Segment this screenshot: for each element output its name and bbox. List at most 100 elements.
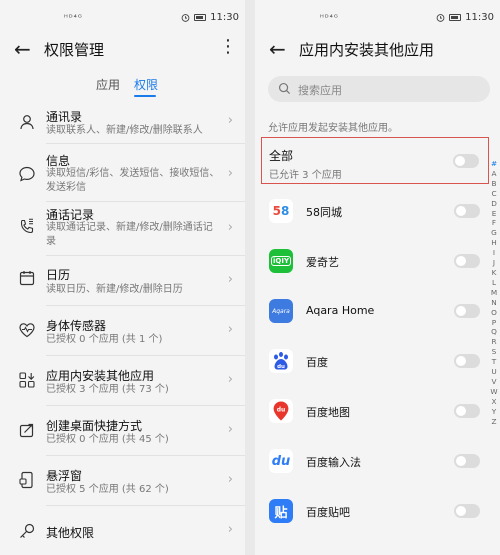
index-letter-p[interactable]: P bbox=[488, 318, 500, 328]
app-toggle[interactable] bbox=[454, 504, 480, 518]
install-apps-icon bbox=[19, 372, 35, 388]
more-options-icon[interactable]: ⋮ bbox=[219, 38, 237, 56]
permission-manager-screen: ᴴᴰ⁴ᴳ 11:30 ← 权限管理 ⋮ 应用 权限 通讯录 读取联系人、新建/修… bbox=[0, 0, 245, 555]
permission-title: 悬浮窗 bbox=[46, 469, 83, 483]
app-baidu-input-icon: du bbox=[269, 449, 293, 473]
app-toggle[interactable] bbox=[454, 354, 480, 368]
index-letter-w[interactable]: W bbox=[488, 387, 500, 397]
index-letter-l[interactable]: L bbox=[488, 278, 500, 288]
page-title: 应用内安装其他应用 bbox=[299, 41, 435, 59]
app-name: 爱奇艺 bbox=[306, 256, 339, 269]
permission-title: 其他权限 bbox=[46, 526, 95, 540]
tab-apps[interactable]: 应用 bbox=[96, 76, 120, 93]
key-icon bbox=[20, 523, 35, 538]
all-apps-subtitle: 已允许 3 个应用 bbox=[269, 170, 342, 181]
app-name: 百度输入法 bbox=[306, 456, 361, 469]
app-row-58tongcheng[interactable]: 58 58同城 bbox=[255, 187, 491, 237]
permission-subtitle: 已授权 0 个应用 (共 45 个) bbox=[46, 434, 169, 445]
permission-subtitle: 已授权 3 个应用 (共 73 个) bbox=[46, 384, 169, 395]
app-row-baidu-tieba[interactable]: 贴 百度贴吧 bbox=[255, 487, 491, 537]
permission-subtitle: 读取短信/彩信、发送短信、接收短信、发送彩信 bbox=[46, 168, 220, 193]
chevron-right-icon: › bbox=[227, 220, 233, 235]
index-letter-c[interactable]: C bbox=[488, 189, 500, 199]
permission-item-calendar[interactable]: 日历 读取日历、新建/修改/删除日历 › bbox=[0, 262, 245, 302]
svg-text:du: du bbox=[277, 407, 286, 414]
app-row-baidu[interactable]: du 百度 bbox=[255, 337, 491, 387]
index-letter-s[interactable]: S bbox=[488, 347, 500, 357]
index-letter-hash[interactable]: # bbox=[488, 159, 500, 169]
index-letter-f[interactable]: F bbox=[488, 218, 500, 228]
divider bbox=[46, 201, 245, 202]
index-letter-r[interactable]: R bbox=[488, 337, 500, 347]
index-letter-o[interactable]: O bbox=[488, 308, 500, 318]
permission-item-contacts[interactable]: 通讯录 读取联系人、新建/修改/删除联系人 › bbox=[0, 105, 245, 152]
index-letter-m[interactable]: M bbox=[488, 288, 500, 298]
chevron-right-icon: › bbox=[227, 372, 233, 387]
app-row-iqiyi[interactable]: iQIY 爱奇艺 bbox=[255, 237, 491, 287]
permission-item-create-shortcut[interactable]: 创建桌面快捷方式 已授权 0 个应用 (共 45 个) › bbox=[0, 412, 245, 452]
permission-item-install-other-apps[interactable]: 应用内安装其他应用 已授权 3 个应用 (共 73 个) › bbox=[0, 362, 245, 402]
index-letter-z[interactable]: Z bbox=[488, 417, 500, 427]
permission-subtitle: 读取联系人、新建/修改/删除联系人 bbox=[46, 125, 203, 136]
floating-window-icon bbox=[19, 471, 33, 489]
permission-title: 创建桌面快捷方式 bbox=[46, 419, 143, 433]
app-aqara-home-icon: Aqara bbox=[269, 299, 293, 323]
index-letter-u[interactable]: U bbox=[488, 367, 500, 377]
chevron-right-icon: › bbox=[227, 322, 233, 337]
index-letter-k[interactable]: K bbox=[488, 268, 500, 278]
index-letter-x[interactable]: X bbox=[488, 397, 500, 407]
search-input[interactable]: 搜索应用 bbox=[268, 76, 490, 102]
index-letter-t[interactable]: T bbox=[488, 357, 500, 367]
permission-item-floating-window[interactable]: 悬浮窗 已授权 5 个应用 (共 62 个) › bbox=[0, 462, 245, 502]
call-log-icon bbox=[20, 218, 34, 234]
app-toggle[interactable] bbox=[454, 454, 480, 468]
alarm-icon bbox=[181, 14, 190, 22]
alphabet-index[interactable]: # A B C D E F G H I J K L M N O P Q R S T U V W X Y Z bbox=[488, 159, 500, 426]
battery-icon bbox=[194, 14, 207, 21]
back-arrow-icon[interactable]: ← bbox=[14, 36, 31, 62]
all-apps-toggle[interactable] bbox=[453, 154, 479, 168]
app-row-baidu-input[interactable]: du 百度输入法 bbox=[255, 437, 491, 487]
permission-item-other[interactable]: 其他权限 › bbox=[0, 516, 245, 550]
index-letter-n[interactable]: N bbox=[488, 298, 500, 308]
app-row-aqara-home[interactable]: Aqara Aqara Home bbox=[255, 287, 491, 337]
permission-subtitle: 已授权 0 个应用 (共 1 个) bbox=[46, 334, 163, 345]
app-toggle[interactable] bbox=[454, 254, 480, 268]
app-58tongcheng-icon: 58 bbox=[269, 199, 293, 223]
divider bbox=[46, 355, 245, 356]
app-toggle[interactable] bbox=[454, 304, 480, 318]
permission-item-body-sensors[interactable]: 身体传感器 已授权 0 个应用 (共 1 个) › bbox=[0, 312, 245, 352]
index-letter-e[interactable]: E bbox=[488, 209, 500, 219]
index-letter-i[interactable]: I bbox=[488, 248, 500, 258]
index-letter-q[interactable]: Q bbox=[488, 327, 500, 337]
chevron-right-icon: › bbox=[227, 272, 233, 287]
permission-item-call-log[interactable]: 通话记录 读取通话记录、新建/修改/删除通话记录 › bbox=[0, 204, 245, 254]
divider bbox=[46, 405, 245, 406]
index-letter-a[interactable]: A bbox=[488, 169, 500, 179]
index-letter-v[interactable]: V bbox=[488, 377, 500, 387]
index-letter-j[interactable]: J bbox=[488, 258, 500, 268]
app-baidu-icon: du bbox=[269, 349, 293, 373]
back-arrow-icon[interactable]: ← bbox=[269, 36, 286, 62]
tab-active-indicator bbox=[134, 95, 156, 97]
index-letter-h[interactable]: H bbox=[488, 238, 500, 248]
app-baidu-maps-icon: du bbox=[269, 399, 293, 423]
chevron-right-icon: › bbox=[227, 166, 233, 181]
divider bbox=[46, 143, 245, 144]
svg-text:du: du bbox=[277, 364, 285, 370]
permission-item-messages[interactable]: 信息 读取短信/彩信、发送短信、接收短信、发送彩信 › bbox=[0, 150, 245, 200]
app-toggle[interactable] bbox=[454, 204, 480, 218]
app-toggle[interactable] bbox=[454, 404, 480, 418]
chevron-right-icon: › bbox=[227, 422, 233, 437]
calendar-icon bbox=[19, 271, 35, 286]
app-row-baidu-maps[interactable]: du 百度地图 bbox=[255, 387, 491, 437]
all-apps-toggle-row[interactable]: 全部 已允许 3 个应用 bbox=[261, 137, 489, 184]
install-other-apps-screen: ᴴᴰ⁴ᴳ 11:30 ← 应用内安装其他应用 搜索应用 允许应用发起安装其他应用… bbox=[255, 0, 500, 555]
index-letter-d[interactable]: D bbox=[488, 199, 500, 209]
index-letter-g[interactable]: G bbox=[488, 228, 500, 238]
permission-subtitle: 已授权 5 个应用 (共 62 个) bbox=[46, 484, 169, 495]
message-icon bbox=[19, 166, 35, 182]
index-letter-b[interactable]: B bbox=[488, 179, 500, 189]
tab-permissions[interactable]: 权限 bbox=[134, 76, 158, 93]
index-letter-y[interactable]: Y bbox=[488, 407, 500, 417]
